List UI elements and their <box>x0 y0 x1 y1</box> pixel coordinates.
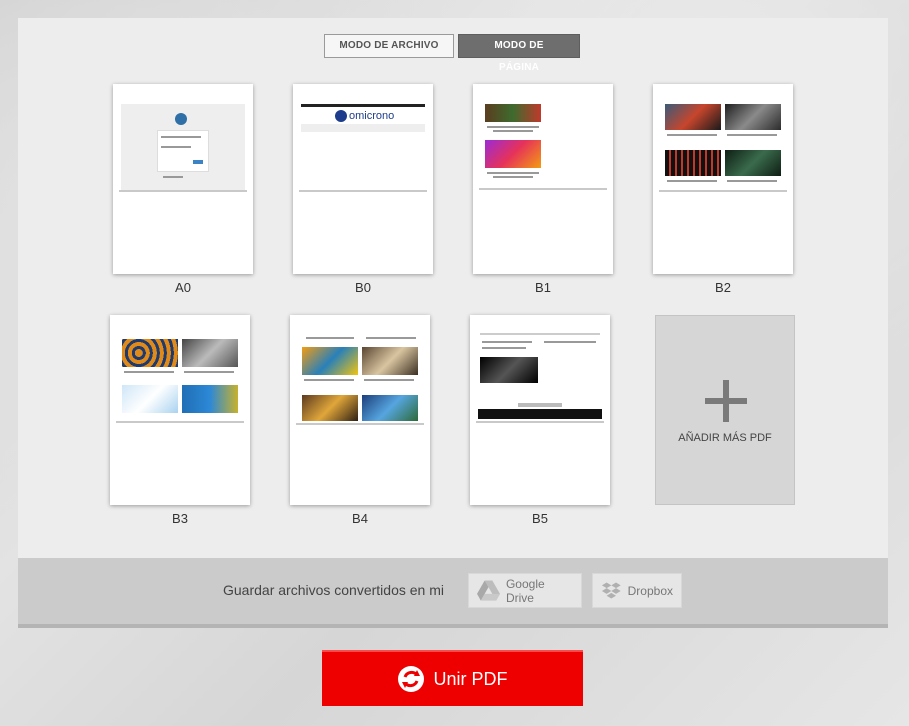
thumbnail-preview-image <box>487 126 539 128</box>
thumbnail-preview-image <box>364 379 414 381</box>
thumbnail-preview-image <box>487 172 539 174</box>
thumbnail-preview-image <box>665 150 721 176</box>
wordpress-logo-icon <box>175 113 187 125</box>
file-mode-button[interactable]: MODO DE ARCHIVO <box>324 34 454 58</box>
dropbox-icon <box>601 582 621 599</box>
thumbnail-preview-image <box>161 146 191 148</box>
page-label: B2 <box>715 280 731 295</box>
thumbnail-preview-image <box>122 385 178 413</box>
pagination-bar <box>518 403 562 407</box>
page-label: B4 <box>352 511 368 526</box>
thumbnail-preview-image <box>667 180 717 182</box>
thumbnail-preview-image <box>727 180 777 182</box>
thumbnail-preview-image <box>124 371 174 373</box>
thumbnail-preview-image <box>161 136 201 138</box>
google-drive-button[interactable]: Google Drive <box>468 573 582 608</box>
page-thumbnail-b3[interactable] <box>110 315 250 505</box>
thumbnail-footer <box>296 423 424 425</box>
page-thumbnail-b0[interactable]: omicrono <box>293 84 433 274</box>
thumbnail-preview-image <box>482 341 532 343</box>
page-mode-button[interactable]: MODO DE PÁGINA <box>458 34 580 73</box>
merge-pdf-label: Unir PDF <box>433 668 508 689</box>
save-prompt-text: Guardar archivos convertidos en mi <box>223 582 444 598</box>
dropbox-label: Dropbox <box>627 583 673 598</box>
thumbnail-preview-image <box>184 371 234 373</box>
thumbnail-preview-image <box>544 341 596 343</box>
thumbnail-preview-image <box>301 104 425 107</box>
thumbnail-preview-image <box>122 339 178 367</box>
page-thumbnail-b1[interactable] <box>473 84 613 274</box>
thumbnail-preview-image <box>667 134 717 136</box>
thumbnail-preview-image <box>727 134 777 136</box>
page-label: B5 <box>532 511 548 526</box>
thumbnail-preview-image <box>478 409 602 419</box>
thumbnail-preview-image <box>480 333 600 335</box>
thumbnail-preview-image <box>306 337 354 339</box>
thumbnail-preview-image <box>163 176 183 178</box>
thumbnail-footer <box>479 188 607 190</box>
page-thumbnail-b5[interactable] <box>470 315 610 505</box>
thumbnail-preview-image <box>665 104 721 130</box>
plus-icon <box>723 380 729 422</box>
thumbnail-preview-image <box>301 124 425 132</box>
merge-pdf-button[interactable]: Unir PDF <box>322 650 583 706</box>
merge-icon <box>398 666 425 692</box>
thumb-logo-text: omicrono <box>349 110 395 122</box>
page-thumbnail-b2[interactable] <box>653 84 793 274</box>
page-label: A0 <box>175 280 191 295</box>
dropbox-button[interactable]: Dropbox <box>592 573 682 608</box>
google-drive-label: Google Drive <box>505 576 545 605</box>
thumbnail-preview-image <box>304 379 354 381</box>
thumbnail-preview-image <box>182 385 238 413</box>
thumbnail-footer <box>119 190 247 192</box>
mode-toggle: MODO DE ARCHIVO MODO DE PÁGINA <box>324 34 580 73</box>
thumbnail-preview-image <box>182 339 238 367</box>
thumbnail-preview-image <box>193 160 203 164</box>
thumbnail-preview-image <box>302 347 358 375</box>
instagram-logo-icon <box>485 140 541 168</box>
thumbnail-preview-image <box>362 347 418 375</box>
thumbnail-preview-image <box>366 337 416 339</box>
thumbnail-preview-image <box>482 347 526 349</box>
thumbnail-footer <box>116 421 244 423</box>
google-drive-icon <box>477 579 500 601</box>
omicrono-logo-icon <box>335 110 347 122</box>
thumbnail-preview-image <box>362 395 418 421</box>
thumbnail-preview-image <box>493 176 533 178</box>
page-label: B3 <box>172 511 188 526</box>
thumbnail-footer <box>476 421 604 423</box>
page-thumbnail-b4[interactable] <box>290 315 430 505</box>
page-thumbnail-a0[interactable] <box>113 84 253 274</box>
thumbnail-footer <box>659 190 787 192</box>
thumbnail-preview-image <box>725 104 781 130</box>
thumbnail-preview-image <box>302 395 358 421</box>
thumbnail-preview-image <box>493 130 533 132</box>
thumbnail-preview-image <box>480 357 538 383</box>
save-to-cloud-bar: Guardar archivos convertidos en mi Googl… <box>18 558 888 628</box>
thumbnail-preview-image <box>725 150 781 176</box>
page-label: B1 <box>535 280 551 295</box>
thumbnail-preview-image <box>485 104 541 122</box>
main-panel: MODO DE ARCHIVO MODO DE PÁGINA A0 omicro… <box>18 18 888 558</box>
add-more-label: AÑADIR MÁS PDF <box>678 432 772 444</box>
page-label: B0 <box>355 280 371 295</box>
add-more-pdf-button[interactable]: AÑADIR MÁS PDF <box>655 315 795 505</box>
thumbnail-footer <box>299 190 427 192</box>
